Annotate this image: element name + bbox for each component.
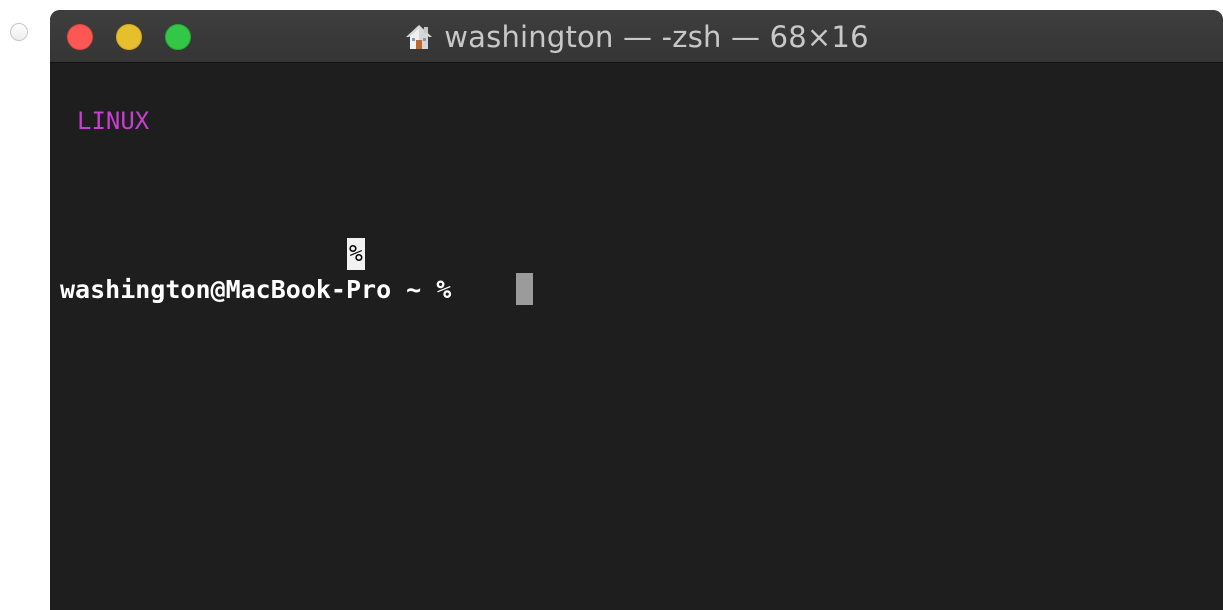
terminal-output[interactable]: LINUX % washington@MacBook-Pro ~ % [50,63,1223,610]
window-title-group: washington — -zsh — 68×16 [50,10,1223,63]
terminal-window: washington — -zsh — 68×16 LINUX % washin… [50,10,1223,610]
window-title: washington — -zsh — 68×16 [444,19,869,54]
home-icon [406,24,433,49]
shell-prompt: washington@MacBook-Pro ~ % [60,275,452,304]
radio-button[interactable] [10,23,28,41]
screen: washington — -zsh — 68×16 LINUX % washin… [0,0,1223,610]
partial-line-marker: % [347,238,365,270]
text-cursor [516,273,533,305]
output-line: LINUX [77,107,150,135]
title-bar[interactable]: washington — -zsh — 68×16 [50,10,1223,63]
